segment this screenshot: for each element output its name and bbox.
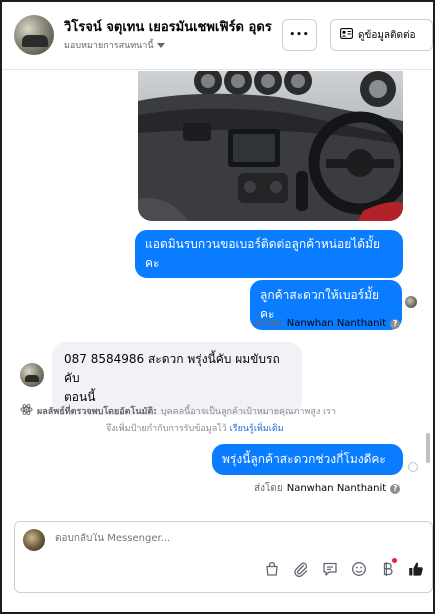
saved-reply-icon[interactable] (321, 560, 339, 578)
seen-avatar (405, 296, 417, 308)
message-text-line: คะ (145, 256, 160, 270)
more-icon: ••• (289, 30, 310, 40)
car-interior-photo[interactable] (138, 71, 403, 221)
message-thread[interactable]: แอดมินรบกวนขอเบอร์ติดต่อลูกค้าหน่อยได้มั… (2, 71, 433, 518)
sender-name: Nanwhan Nanthanit (286, 318, 387, 329)
thumbs-up-icon[interactable] (407, 560, 425, 578)
view-contact-info-label: ดูข้อมูลติดต่อ (358, 29, 416, 41)
learn-more-link[interactable]: เรียนรู้เพิ่มเติม (230, 424, 284, 434)
reply-composer (14, 521, 433, 593)
contact-avatar-small[interactable] (20, 363, 44, 387)
sender-name: Nanwhan Nanthanit (286, 483, 387, 494)
conversation-header: วิโรจน์ จตุเทน เยอรมันเชพเฟิร์ด อุดร มอบ… (2, 2, 433, 70)
sent-by-info: ส่งโดย Nanwhan Nanthanit ? (254, 481, 401, 496)
auto-detection-heading: ผลลัพธ์ที่ตรวจพบโดยอัตโนมัติ: (37, 407, 157, 417)
reply-input[interactable] (55, 533, 355, 544)
paperclip-icon[interactable] (292, 560, 310, 578)
inbox-conversation-panel: วิโรจน์ จตุเทน เยอรมันเชพเฟิร์ด อุดร มอบ… (0, 0, 435, 614)
auto-detection-text-2: จึงเพิ่มป้ายกำกับการรับข้อมูลไว้ (106, 424, 227, 434)
help-icon[interactable]: ? (390, 483, 401, 494)
help-icon[interactable]: ? (390, 318, 401, 329)
more-options-button[interactable]: ••• (282, 19, 317, 51)
notification-dot (392, 558, 397, 563)
assign-conversation-label: มอบหมายการสนทนานี้ (64, 41, 154, 51)
auto-detection-text: บุคคลนี้อาจเป็นลูกค้าเป้าหมายคุณภาพสูง เ… (160, 407, 337, 417)
message-text-line: แอดมินรบกวนขอเบอร์ติดต่อลูกค้าหน่อยได้มั… (145, 237, 380, 251)
scrollbar-thumb[interactable] (426, 433, 430, 463)
sent-by-label: ส่งโดย (254, 318, 283, 329)
message-text-line: 087 8584986 สะดวก พรุ่งนี้คับ ผมขับรถคับ (64, 352, 280, 385)
auto-detection-note: ผลลัพธ์ที่ตรวจพบโดยอัตโนมัติ: บุคคลนี้อา… (20, 403, 420, 437)
sent-by-info: ส่งโดย Nanwhan Nanthanit ? (254, 316, 401, 331)
sent-status-icon (408, 462, 418, 472)
contact-card-icon (340, 28, 353, 42)
view-contact-info-button[interactable]: ดูข้อมูลติดต่อ (330, 19, 433, 51)
atom-icon (20, 403, 33, 422)
page-avatar (23, 529, 45, 551)
outgoing-message[interactable]: พรุ่งนี้ลูกค้าสะดวกช่วงกี่โมงดีคะ (212, 444, 403, 475)
outgoing-message[interactable]: แอดมินรบกวนขอเบอร์ติดต่อลูกค้าหน่อยได้มั… (135, 230, 403, 278)
assign-conversation-dropdown[interactable]: มอบหมายการสนทนานี้ (64, 38, 165, 52)
message-text: พรุ่งนี้ลูกค้าสะดวกช่วงกี่โมงดีคะ (222, 452, 386, 466)
contact-avatar[interactable] (14, 15, 54, 55)
emoji-icon[interactable] (350, 560, 368, 578)
contact-name[interactable]: วิโรจน์ จตุเทน เยอรมันเชพเฟิร์ด อุดร (64, 16, 272, 37)
caret-down-icon (156, 42, 165, 48)
shopping-bag-icon[interactable] (263, 560, 281, 578)
sent-by-label: ส่งโดย (254, 483, 283, 494)
